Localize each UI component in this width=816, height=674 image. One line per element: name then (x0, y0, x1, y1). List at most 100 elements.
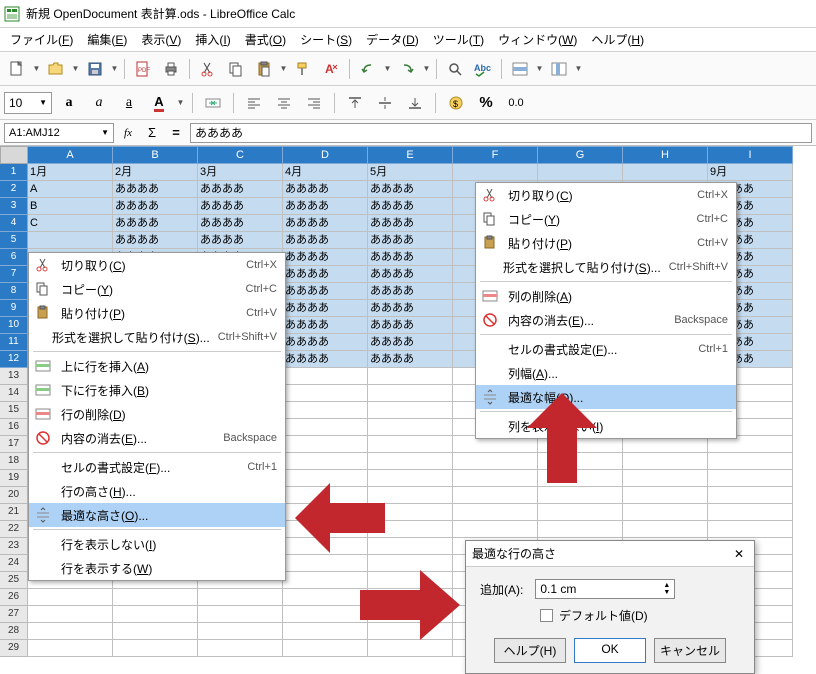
add-value-input[interactable]: 0.1 cm ▲▼ (535, 579, 675, 599)
menubar-item[interactable]: 書式(O) (239, 29, 292, 50)
cell[interactable] (368, 453, 453, 470)
cell[interactable]: ああああ (198, 198, 283, 215)
context-menu-item[interactable]: コピー(Y)Ctrl+C (476, 207, 736, 231)
find-button[interactable] (442, 56, 468, 82)
cell[interactable]: 3月 (198, 164, 283, 181)
row-header[interactable]: 7 (0, 266, 28, 283)
cell[interactable] (368, 419, 453, 436)
context-menu-item[interactable]: 貼り付け(P)Ctrl+V (29, 301, 285, 325)
align-center-button[interactable] (271, 90, 297, 116)
row-header[interactable]: 2 (0, 181, 28, 198)
cell[interactable]: ああああ (283, 317, 368, 334)
cell[interactable] (708, 453, 793, 470)
menubar-item[interactable]: 挿入(I) (189, 29, 236, 50)
row-header[interactable]: 10 (0, 317, 28, 334)
cell[interactable]: ああああ (368, 351, 453, 368)
cell[interactable]: ああああ (283, 283, 368, 300)
row-header[interactable]: 29 (0, 640, 28, 657)
cell[interactable]: ああああ (198, 232, 283, 249)
align-bottom-button[interactable] (402, 90, 428, 116)
spellcheck-button[interactable]: Abc (470, 56, 496, 82)
row-header[interactable]: 3 (0, 198, 28, 215)
context-menu-item[interactable]: 形式を選択して貼り付け(S)...Ctrl+Shift+V (29, 325, 285, 349)
cell[interactable] (283, 385, 368, 402)
context-menu-item[interactable]: 行の削除(D) (29, 402, 285, 426)
spinner-icon[interactable]: ▲▼ (663, 582, 670, 596)
eq-button[interactable]: = (166, 123, 186, 143)
default-checkbox[interactable] (540, 609, 553, 622)
cancel-button[interactable]: キャンセル (654, 638, 726, 663)
column-header[interactable]: E (368, 146, 453, 164)
cell[interactable]: ああああ (368, 317, 453, 334)
copy-button[interactable] (223, 56, 249, 82)
context-menu-item[interactable]: 下に行を挿入(B) (29, 378, 285, 402)
cell[interactable] (623, 487, 708, 504)
context-menu-item[interactable]: 貼り付け(P)Ctrl+V (476, 231, 736, 255)
cell[interactable] (623, 453, 708, 470)
cell[interactable] (283, 436, 368, 453)
context-menu-item[interactable]: 最適な高さ(O)... (29, 503, 285, 527)
row-header[interactable]: 23 (0, 538, 28, 555)
column-header[interactable]: A (28, 146, 113, 164)
cell[interactable]: ああああ (368, 334, 453, 351)
menubar-item[interactable]: 表示(V) (135, 29, 187, 50)
column-header[interactable]: H (623, 146, 708, 164)
help-button[interactable]: ヘルプ(H) (494, 638, 566, 663)
new-button[interactable] (4, 56, 30, 82)
merge-button[interactable] (200, 90, 226, 116)
context-menu-item[interactable]: 上に行を挿入(A) (29, 354, 285, 378)
cell[interactable] (708, 487, 793, 504)
cell[interactable]: ああああ (368, 283, 453, 300)
save-button[interactable] (82, 56, 108, 82)
cell[interactable] (283, 453, 368, 470)
context-menu-item[interactable]: 形式を選択して貼り付け(S)...Ctrl+Shift+V (476, 255, 736, 279)
cell[interactable] (368, 402, 453, 419)
cell[interactable] (538, 164, 623, 181)
row-button[interactable] (507, 56, 533, 82)
cell[interactable] (198, 589, 283, 606)
bold-button[interactable]: a (56, 90, 82, 116)
clear-format-button[interactable]: A (318, 56, 344, 82)
italic-button[interactable]: a (86, 90, 112, 116)
cell[interactable] (368, 385, 453, 402)
font-size-box[interactable]: 10▼ (4, 92, 52, 114)
cell[interactable] (28, 623, 113, 640)
col-button[interactable] (546, 56, 572, 82)
context-menu-item[interactable]: 行を表示する(W) (29, 556, 285, 580)
cell[interactable] (623, 164, 708, 181)
row-header[interactable]: 18 (0, 453, 28, 470)
cell[interactable] (113, 606, 198, 623)
cell[interactable]: ああああ (368, 198, 453, 215)
redo-button[interactable] (394, 56, 420, 82)
row-header[interactable]: 6 (0, 249, 28, 266)
cell[interactable]: ああああ (113, 232, 198, 249)
cell[interactable]: ああああ (283, 300, 368, 317)
row-header[interactable]: 28 (0, 623, 28, 640)
context-menu-item[interactable]: 内容の消去(E)...Backspace (476, 308, 736, 332)
cell[interactable] (113, 640, 198, 657)
menubar-item[interactable]: 編集(E) (81, 29, 133, 50)
cell[interactable] (368, 368, 453, 385)
cell[interactable]: A (28, 181, 113, 198)
menubar-item[interactable]: データ(D) (360, 29, 425, 50)
column-header[interactable]: C (198, 146, 283, 164)
cell[interactable]: ああああ (283, 351, 368, 368)
align-top-button[interactable] (342, 90, 368, 116)
cell[interactable] (283, 368, 368, 385)
row-header[interactable]: 16 (0, 419, 28, 436)
export-pdf-button[interactable]: PDF (130, 56, 156, 82)
menubar-item[interactable]: ヘルプ(H) (585, 29, 650, 50)
cell[interactable] (28, 232, 113, 249)
row-header[interactable]: 20 (0, 487, 28, 504)
context-menu-item[interactable]: 行を表示しない(I) (29, 532, 285, 556)
context-menu-item[interactable]: 切り取り(C)Ctrl+X (476, 183, 736, 207)
percent-button[interactable]: % (473, 90, 499, 116)
cell[interactable] (28, 589, 113, 606)
cell[interactable]: B (28, 198, 113, 215)
sum-button[interactable]: Σ (142, 123, 162, 143)
menubar-item[interactable]: ツール(T) (427, 29, 490, 50)
context-menu-item[interactable]: 列幅(A)... (476, 361, 736, 385)
cell[interactable] (538, 487, 623, 504)
cell[interactable] (283, 419, 368, 436)
row-header[interactable]: 1 (0, 164, 28, 181)
